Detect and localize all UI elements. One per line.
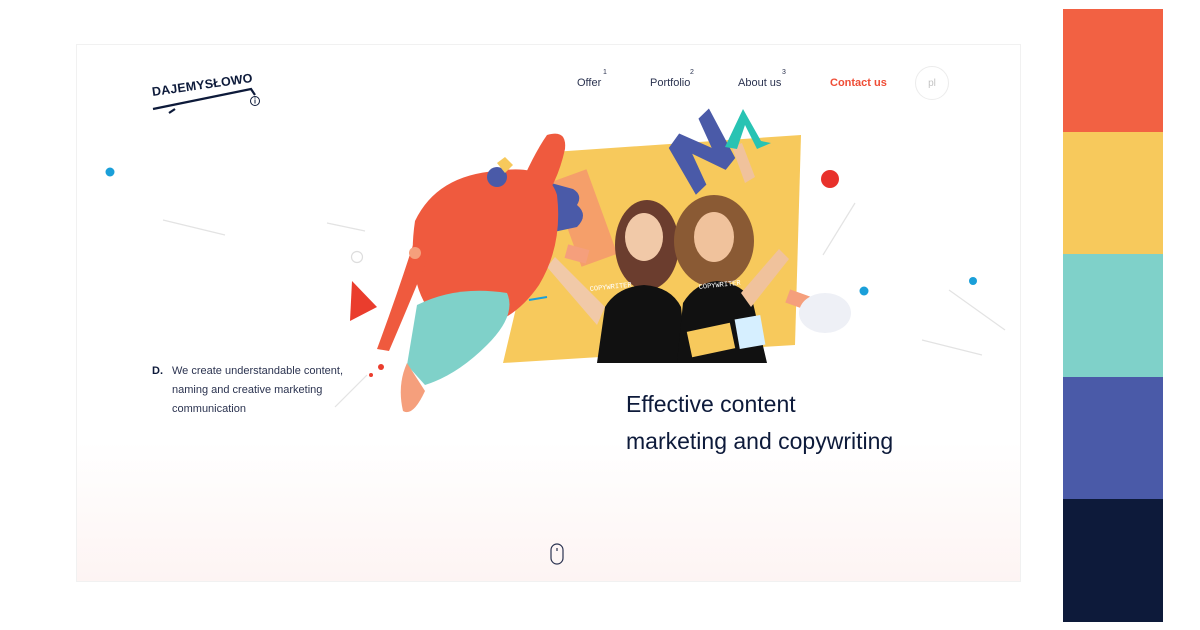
palette-swatch-orange — [1063, 9, 1163, 132]
color-palette — [1063, 9, 1163, 622]
blue-dot — [969, 277, 977, 285]
blue-book — [734, 314, 766, 350]
flying-character-illustration — [369, 133, 566, 413]
palette-swatch-indigo — [1063, 376, 1163, 500]
headline-line-1: Effective content — [626, 391, 796, 417]
red-dot — [821, 170, 839, 188]
tagline-letter: D. — [152, 365, 163, 377]
palette-swatch-yellow — [1063, 131, 1163, 255]
hero-illustration: COPYWRITER COPYWRITER — [105, 108, 1006, 413]
cloud-shape — [799, 293, 851, 333]
headline-line-2: marketing and copywriting — [626, 428, 894, 454]
blue-dot — [859, 286, 869, 296]
red-triangle — [350, 281, 377, 321]
palette-swatch-navy — [1063, 499, 1163, 622]
outline-circle — [350, 250, 364, 264]
blue-dot — [105, 167, 115, 177]
website-frame: DAJEMYSŁOWO Offer 1 Portfolio 2 About us… — [76, 44, 1021, 582]
hero-headline: Effective content marketing and copywrit… — [626, 386, 946, 460]
mouse-icon[interactable] — [550, 543, 564, 565]
palette-swatch-teal — [1063, 254, 1163, 377]
tagline-text: We create understandable content, naming… — [172, 365, 344, 415]
